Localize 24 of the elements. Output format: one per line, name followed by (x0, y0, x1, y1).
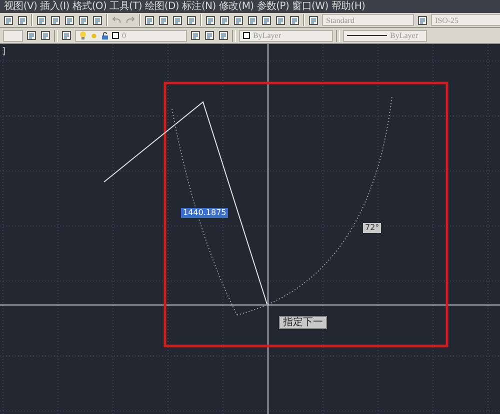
menu-item[interactable]: 格式(O) (72, 0, 107, 12)
menu-item[interactable]: 参数(P) (256, 0, 290, 12)
viewport-label: ] (2, 47, 6, 57)
length-input[interactable]: 1440.1875 (181, 208, 228, 218)
menu-item[interactable]: 标注(N) (182, 0, 216, 12)
menu-item[interactable]: 视图(V) (4, 0, 38, 12)
layer-name: 0 (122, 31, 126, 40)
menu-item[interactable]: 插入(I) (40, 0, 70, 12)
menu-item[interactable]: 修改(M) (218, 0, 254, 12)
linetype-value: ByLayer (390, 31, 418, 40)
color-swatch-icon (243, 32, 250, 39)
menu-item[interactable]: 工具(T) (110, 0, 142, 12)
color-swatch-icon (112, 32, 119, 39)
linetype-sample-icon (347, 34, 387, 37)
color-value: ByLayer (253, 31, 281, 40)
menu-item[interactable]: 绘图(D) (145, 0, 180, 12)
sun-icon (90, 32, 98, 40)
menu-item[interactable]: 帮助(H) (331, 0, 366, 12)
command-prompt-tooltip: 指定下一 (279, 316, 327, 329)
lightbulb-icon (79, 31, 87, 40)
drawing-canvas[interactable]: ] 1440.1875 72° 指定下一 (0, 44, 500, 414)
lock-icon (101, 32, 109, 40)
angle-input[interactable]: 72° (363, 223, 382, 233)
menu-item[interactable]: 窗口(W) (292, 0, 328, 12)
